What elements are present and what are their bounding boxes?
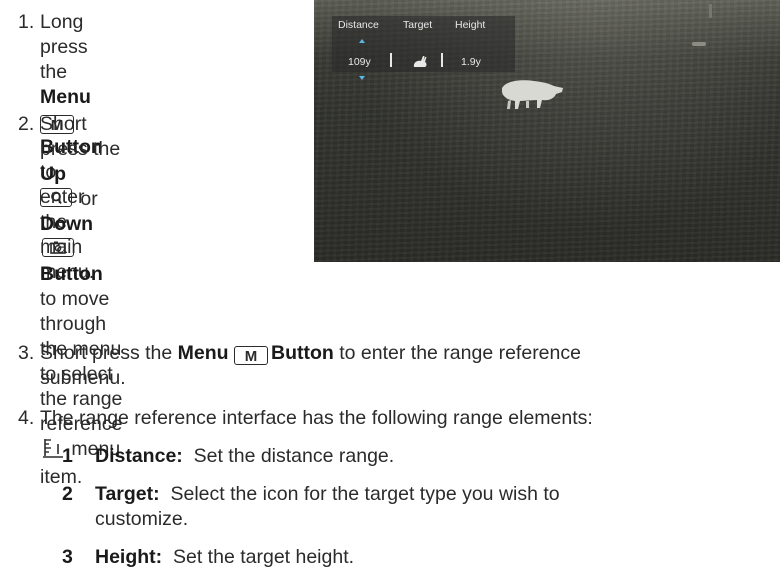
hud-label-distance: Distance [338, 19, 379, 31]
element-name: Distance: [95, 445, 183, 467]
hud-separator [390, 53, 392, 67]
element-desc: Set the distance range. [193, 445, 395, 467]
element-name: Height: [95, 546, 163, 568]
hud-label-target: Target [403, 19, 433, 31]
element-desc-continued: customize. [95, 508, 189, 530]
menu-key-icon: M [234, 346, 268, 365]
hud-separator [441, 53, 443, 67]
distance-up-arrow [359, 39, 365, 43]
step-text: The range reference interface has the fo… [40, 407, 593, 429]
distant-heat-spot [692, 42, 706, 46]
distance-down-arrow [359, 76, 365, 80]
menu-label: Menu [40, 86, 91, 108]
element-desc: Select the icon for the target type you … [170, 483, 560, 505]
distant-heat-spot [709, 4, 712, 18]
thermal-view-image: Distance Target Height 109y 1.9y [314, 0, 780, 262]
up-zoom-button-icon [40, 188, 72, 207]
step-number: 3. [18, 342, 35, 364]
boar-target-silhouette [502, 80, 563, 109]
element-number: 1 [62, 445, 73, 467]
step-number: 4. [18, 407, 35, 429]
step-text: Short press the Menu M Button to enter th… [40, 342, 581, 389]
element-name: Target: [95, 483, 160, 505]
step-number: 1. [18, 11, 35, 33]
down-camera-button-icon [42, 238, 74, 257]
hud-label-height: Height [455, 19, 486, 31]
step-text: Short press the Up or Down Button to mov… [40, 113, 123, 488]
hud-value-distance: 109y [348, 56, 371, 68]
element-number: 2 [62, 483, 73, 505]
element-number: 3 [62, 546, 73, 568]
rabbit-target-icon [413, 56, 427, 67]
hud-value-height: 1.9y [461, 56, 481, 68]
range-reference-icon [42, 438, 64, 465]
step-number: 2. [18, 113, 35, 135]
element-desc: Set the target height. [173, 546, 355, 568]
